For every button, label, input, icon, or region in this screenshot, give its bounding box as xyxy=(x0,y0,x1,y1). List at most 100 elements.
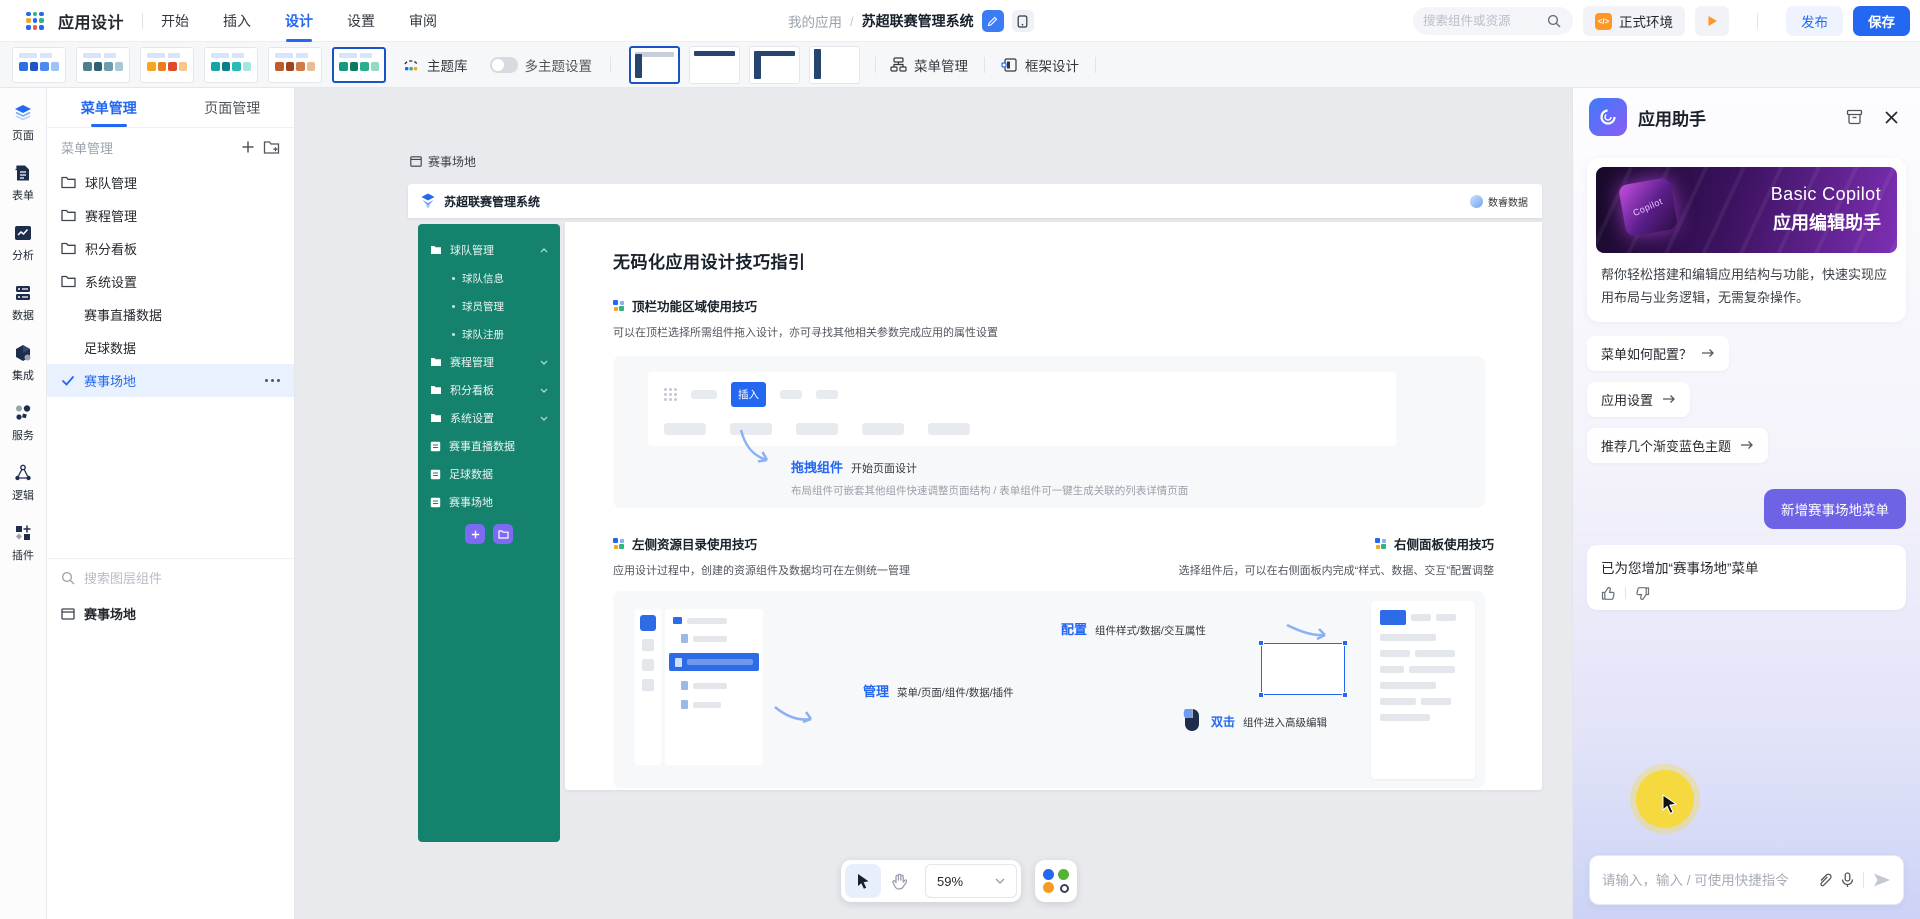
theme-swatch-teal[interactable] xyxy=(204,46,258,83)
add-menu-icon[interactable] xyxy=(241,140,255,154)
frame-design-button[interactable]: 框架设计 xyxy=(1001,55,1079,75)
rail-item-forms[interactable]: 表单 xyxy=(12,164,34,203)
design-canvas[interactable]: 赛事场地 苏超联赛管理系统 数睿数据 球队管理 球队信息 球员管理 球队注册 赛… xyxy=(295,88,1572,919)
tree-item-schedule-management[interactable]: 赛程管理 xyxy=(47,199,294,232)
zoom-select[interactable]: 59% xyxy=(925,864,1017,898)
layout-option-left-sidebar[interactable] xyxy=(809,45,860,84)
resource-panel: 菜单管理 页面管理 菜单管理 球队管理 赛程管理 积分看板 系统设置 赛事直播数… xyxy=(47,88,295,919)
multi-theme-toggle[interactable] xyxy=(489,56,518,73)
save-button[interactable]: 保存 xyxy=(1853,6,1910,36)
select-tool[interactable] xyxy=(845,864,881,898)
layer-item-venue[interactable]: 赛事场地 xyxy=(47,597,294,630)
publish-button[interactable]: 发布 xyxy=(1786,6,1843,36)
rail-item-integration[interactable]: 集成 xyxy=(12,344,34,383)
app-launcher-icon[interactable] xyxy=(26,11,44,30)
layout-option-top-and-left[interactable] xyxy=(749,45,800,84)
menu-review[interactable]: 审阅 xyxy=(409,0,437,42)
suggestion-chips: 菜单如何配置？ 应用设置 推荐几个渐变蓝色主题 xyxy=(1573,322,1920,463)
theme-swatch-slate[interactable] xyxy=(76,46,130,83)
section-icon xyxy=(613,538,624,549)
menu-insert[interactable]: 插入 xyxy=(223,0,251,42)
rail-item-data[interactable]: 数据 xyxy=(12,284,34,323)
pencil-icon xyxy=(987,16,998,26)
theme-swatch-blue[interactable] xyxy=(12,46,66,83)
close-icon[interactable] xyxy=(1878,104,1904,130)
theme-swatch-orange[interactable] xyxy=(140,46,194,83)
run-preview-button[interactable] xyxy=(1695,6,1729,36)
menu-management-button[interactable]: 菜单管理 xyxy=(890,55,968,75)
preview-menu-football-data[interactable]: 足球数据 xyxy=(418,460,560,488)
search-icon xyxy=(61,571,75,585)
mic-button[interactable] xyxy=(1841,872,1854,888)
tree-item-football-data[interactable]: 足球数据 xyxy=(47,331,294,364)
rail-item-analysis[interactable]: 分析 xyxy=(12,224,34,263)
add-menu-folder-button[interactable] xyxy=(493,524,513,544)
preview-menu-player-mgmt[interactable]: 球员管理 xyxy=(418,292,560,320)
chip-gradient-themes[interactable]: 推荐几个渐变蓝色主题 xyxy=(1587,427,1769,463)
tree-title: 菜单管理 xyxy=(61,140,114,156)
menu-design[interactable]: 设计 xyxy=(285,0,313,42)
theme-swatch-brown[interactable] xyxy=(268,46,322,83)
device-preview-button[interactable] xyxy=(1011,10,1034,32)
preview-menu-points[interactable]: 积分看板 xyxy=(418,376,560,404)
menu-start[interactable]: 开始 xyxy=(161,0,189,42)
layer-search-input[interactable] xyxy=(84,570,244,586)
add-menu-item-button[interactable] xyxy=(465,524,485,544)
canvas-page-tab[interactable]: 赛事场地 xyxy=(410,153,476,170)
preview-menu-schedule[interactable]: 赛程管理 xyxy=(418,348,560,376)
history-icon[interactable] xyxy=(1841,104,1867,130)
assistant-input[interactable] xyxy=(1589,855,1904,905)
tab-page-management[interactable]: 页面管理 xyxy=(171,88,295,127)
more-actions-icon[interactable] xyxy=(265,379,280,382)
tree-item-venue-selected[interactable]: 赛事场地 xyxy=(47,364,294,397)
main-menu: 开始 插入 设计 设置 审阅 xyxy=(161,0,437,42)
chip-app-settings[interactable]: 应用设置 xyxy=(1587,381,1691,417)
tree-item-team-management[interactable]: 球队管理 xyxy=(47,166,294,199)
theme-library-button[interactable]: 主题库 xyxy=(402,55,468,75)
thumbs-up-icon[interactable] xyxy=(1601,586,1616,601)
rail-item-plugins[interactable]: 插件 xyxy=(12,524,34,563)
preview-menu-team-register[interactable]: 球队注册 xyxy=(418,320,560,348)
layer-search[interactable] xyxy=(47,559,294,597)
attach-button[interactable] xyxy=(1817,872,1832,888)
search-icon[interactable] xyxy=(1547,14,1561,28)
tab-menu-management[interactable]: 菜单管理 xyxy=(47,88,171,127)
tree-item-system-settings[interactable]: 系统设置 xyxy=(47,265,294,298)
pan-tool[interactable] xyxy=(881,864,917,898)
copilot-card: Copilot Basic Copilot 应用编辑助手 帮你轻松搭建和编辑应用… xyxy=(1587,158,1906,322)
menu-settings[interactable]: 设置 xyxy=(347,0,375,42)
search-input[interactable] xyxy=(1423,14,1541,28)
add-folder-icon[interactable] xyxy=(263,140,280,155)
thumbs-down-icon[interactable] xyxy=(1635,586,1650,601)
global-search[interactable] xyxy=(1413,7,1573,35)
check-icon xyxy=(61,375,75,386)
section-bottom-headings: 左侧资源目录使用技巧 应用设计过程中，创建的资源组件及数据均可在左侧统一管理 右… xyxy=(613,534,1494,578)
menu-tree: 球队管理 赛程管理 积分看板 系统设置 赛事直播数据 足球数据 赛事场地 xyxy=(47,166,294,397)
rail-item-logic[interactable]: 逻辑 xyxy=(12,464,34,503)
environment-switch[interactable]: </> 正式环境 xyxy=(1583,6,1685,36)
preview-menu-team[interactable]: 球队管理 xyxy=(418,236,560,264)
rail-item-pages[interactable]: 页面 xyxy=(12,104,34,143)
layout-option-top-left-sidebar[interactable] xyxy=(629,45,680,84)
chevron-up-icon xyxy=(540,247,548,252)
chip-menu-config[interactable]: 菜单如何配置？ xyxy=(1587,335,1730,371)
assistant-launcher[interactable] xyxy=(1035,860,1077,902)
assistant-input-field[interactable] xyxy=(1602,872,1808,888)
theme-swatch-green-selected[interactable] xyxy=(332,46,386,83)
rename-app-button[interactable] xyxy=(981,10,1004,32)
guide-title: 无码化应用设计技巧指引 xyxy=(613,253,806,272)
preview-menu-live-data[interactable]: 赛事直播数据 xyxy=(418,432,560,460)
layout-option-top-bar[interactable] xyxy=(689,45,740,84)
breadcrumb-parent[interactable]: 我的应用 xyxy=(788,11,842,31)
top-bar-actions: </> 正式环境 发布 保存 xyxy=(1413,0,1910,42)
rail-item-services[interactable]: 服务 xyxy=(12,404,34,443)
tree-item-live-data[interactable]: 赛事直播数据 xyxy=(47,298,294,331)
illustration-panels-card: 管理 菜单/页面/组件/数据/插件 配置 组件样式/数据/交互属性 双击 组件进… xyxy=(613,591,1485,788)
preview-menu-team-info[interactable]: 球队信息 xyxy=(418,264,560,292)
app-preview[interactable]: 苏超联赛管理系统 数睿数据 球队管理 球队信息 球员管理 球队注册 赛程管理 积… xyxy=(408,184,1542,842)
preview-menu-venue[interactable]: 赛事场地 xyxy=(418,488,560,516)
preview-menu-system[interactable]: 系统设置 xyxy=(418,404,560,432)
send-button[interactable] xyxy=(1873,872,1891,888)
section-right-heading: 右侧面板使用技巧 xyxy=(1134,534,1494,553)
tree-item-points-board[interactable]: 积分看板 xyxy=(47,232,294,265)
